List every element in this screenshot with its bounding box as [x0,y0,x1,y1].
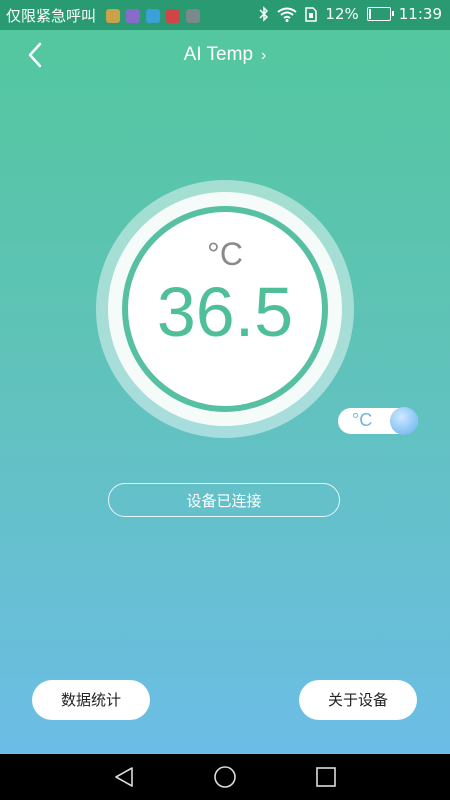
notification-app-icon-2 [126,8,141,23]
about-device-button[interactable]: 关于设备 [299,680,417,720]
app-screen: 仅限紧急呼叫 12% 11:39 AI Temp › °C 36.5 °C 设备… [0,0,450,754]
chevron-right-icon: › [261,47,267,64]
nav-back-icon[interactable] [112,765,136,789]
status-bar-left: 仅限紧急呼叫 [6,5,201,26]
notification-app-icon-1 [106,8,121,23]
notification-music-icon [166,8,181,23]
bluetooth-icon [259,6,269,22]
clock: 11:39 [398,5,442,23]
toggle-knob [390,407,418,435]
title-text: AI Temp [183,44,254,65]
temperature-unit: °C [207,236,243,272]
page-title[interactable]: AI Temp › [0,44,450,66]
toggle-unit-label: °C [352,410,373,430]
battery-percent: 12% [325,5,359,23]
notification-icons [106,8,201,23]
wifi-icon [277,7,298,22]
battery-charging-icon [366,7,394,21]
nav-home-icon[interactable] [213,765,237,789]
unit-toggle[interactable]: °C [338,407,418,435]
sim-icon [305,6,318,22]
connection-status-badge: 设备已连接 [108,483,340,517]
data-stats-button[interactable]: 数据统计 [32,680,150,720]
status-bar: 仅限紧急呼叫 12% 11:39 [0,0,450,30]
carrier-text: 仅限紧急呼叫 [6,7,97,25]
system-nav-bar [0,754,450,800]
notification-app-icon-5 [186,8,201,23]
battery-level-fill [368,9,372,19]
nav-recents-icon[interactable] [314,765,338,789]
notification-app-icon-3 [146,8,161,23]
temperature-value: 36.5 [156,273,294,351]
status-bar-right: 12% 11:39 [259,5,442,23]
